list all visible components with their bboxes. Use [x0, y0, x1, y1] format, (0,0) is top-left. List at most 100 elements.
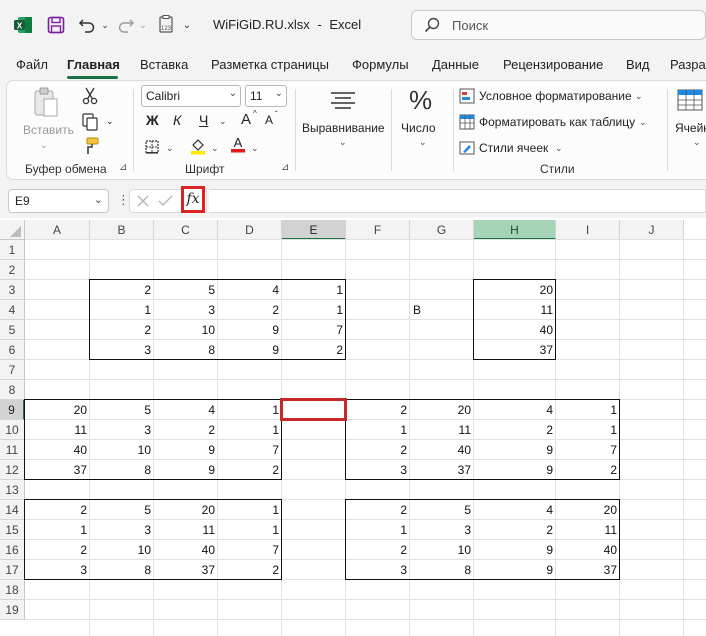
redo-icon[interactable]: [115, 14, 137, 36]
cell-a17[interactable]: 3: [25, 560, 90, 580]
cell-h12[interactable]: 9: [474, 460, 556, 480]
cell-h15[interactable]: 2: [474, 520, 556, 540]
column-header-c[interactable]: C: [154, 220, 218, 240]
borders-icon[interactable]: [143, 140, 161, 157]
cell-c14[interactable]: 20: [154, 500, 218, 520]
cell-d3[interactable]: 4: [218, 280, 282, 300]
cell-b11[interactable]: 10: [90, 440, 154, 460]
cell-c5[interactable]: 10: [154, 320, 218, 340]
cell-d9[interactable]: 1: [218, 400, 282, 420]
row-header-18[interactable]: 18: [0, 580, 25, 600]
cell-h16[interactable]: 9: [474, 540, 556, 560]
row-header-17[interactable]: 17: [0, 560, 25, 580]
cell-d6[interactable]: 9: [218, 340, 282, 360]
row-header-19[interactable]: 19: [0, 600, 25, 620]
cell-f11[interactable]: 2: [346, 440, 410, 460]
cell-e4[interactable]: 1: [282, 300, 346, 320]
cell-g11[interactable]: 40: [410, 440, 474, 460]
row-header-5[interactable]: 5: [0, 320, 25, 340]
font-launcher-icon[interactable]: ⊿: [281, 162, 289, 173]
cell-styles-button[interactable]: Стили ячеек ⌄: [459, 139, 569, 159]
copy-icon[interactable]: [79, 113, 101, 134]
column-header-e[interactable]: E: [282, 220, 346, 240]
underline-dropdown-icon[interactable]: ⌄: [219, 116, 227, 127]
row-header-16[interactable]: 16: [0, 540, 25, 560]
font-name-combo[interactable]: Calibri ⌄: [141, 85, 241, 107]
cell-c10[interactable]: 2: [154, 420, 218, 440]
tab-data[interactable]: Данные: [432, 57, 479, 72]
cell-h3[interactable]: 20: [474, 280, 556, 300]
cell-b10[interactable]: 3: [90, 420, 154, 440]
tab-file[interactable]: Файл: [16, 57, 48, 72]
undo-icon[interactable]: [76, 14, 98, 36]
copy-dropdown-icon[interactable]: ⌄: [106, 116, 114, 127]
tab-page-layout[interactable]: Разметка страницы: [211, 57, 329, 72]
cell-c9[interactable]: 4: [154, 400, 218, 420]
cell-d12[interactable]: 2: [218, 460, 282, 480]
cell-h4[interactable]: 11: [474, 300, 556, 320]
cell-i11[interactable]: 7: [556, 440, 620, 460]
cell-f12[interactable]: 3: [346, 460, 410, 480]
cell-a10[interactable]: 11: [25, 420, 90, 440]
borders-dropdown-icon[interactable]: ⌄: [166, 143, 174, 154]
select-all-button[interactable]: [0, 220, 25, 240]
cell-a16[interactable]: 2: [25, 540, 90, 560]
paste-button[interactable]: Вставить: [21, 87, 74, 143]
search-box[interactable]: Поиск: [411, 10, 706, 40]
cut-icon[interactable]: [79, 87, 101, 108]
row-header-7[interactable]: 7: [0, 360, 25, 380]
italic-button[interactable]: К: [173, 112, 181, 128]
cell-b3[interactable]: 2: [90, 280, 154, 300]
formula-input[interactable]: [209, 189, 706, 213]
increase-font-button[interactable]: A: [241, 111, 251, 128]
cell-e3[interactable]: 1: [282, 280, 346, 300]
fill-color-dropdown-icon[interactable]: ⌄: [211, 143, 219, 154]
cell-g14[interactable]: 5: [410, 500, 474, 520]
cell-c16[interactable]: 40: [154, 540, 218, 560]
cell-b6[interactable]: 3: [90, 340, 154, 360]
tab-insert[interactable]: Вставка: [140, 57, 188, 72]
cell-g17[interactable]: 8: [410, 560, 474, 580]
cell-a11[interactable]: 40: [25, 440, 90, 460]
customize-qa-icon[interactable]: ⌄: [181, 14, 193, 36]
column-header-d[interactable]: D: [218, 220, 282, 240]
worksheet-grid[interactable]: ABCDEFGHIJ 1 2 3 4 5 6 7 8 9 10 11 12 13 14 15 16 17 18 19…: [0, 220, 706, 636]
column-header-g[interactable]: G: [410, 220, 474, 240]
row-header-2[interactable]: 2: [0, 260, 25, 280]
cell-b15[interactable]: 3: [90, 520, 154, 540]
cell-h10[interactable]: 2: [474, 420, 556, 440]
underline-button[interactable]: Ч: [199, 112, 208, 128]
column-header-b[interactable]: B: [90, 220, 154, 240]
font-color-icon[interactable]: A: [229, 135, 247, 156]
column-header-a[interactable]: A: [25, 220, 90, 240]
cell-d5[interactable]: 9: [218, 320, 282, 340]
cell-b16[interactable]: 10: [90, 540, 154, 560]
cells-button[interactable]: Ячейки ⌄: [671, 87, 706, 157]
paste-dropdown-icon[interactable]: ⌄: [40, 140, 48, 151]
column-header-i[interactable]: I: [556, 220, 620, 240]
fill-color-icon[interactable]: [189, 137, 207, 158]
row-header-14[interactable]: 14: [0, 500, 25, 520]
row-header-12[interactable]: 12: [0, 460, 25, 480]
cell-d11[interactable]: 7: [218, 440, 282, 460]
cell-c17[interactable]: 37: [154, 560, 218, 580]
bold-button[interactable]: Ж: [146, 112, 159, 128]
cell-i16[interactable]: 40: [556, 540, 620, 560]
cell-b9[interactable]: 5: [90, 400, 154, 420]
column-header-h[interactable]: H: [474, 220, 556, 240]
cell-c11[interactable]: 9: [154, 440, 218, 460]
row-header-9[interactable]: 9: [0, 400, 25, 420]
enter-icon[interactable]: [158, 194, 173, 213]
cell-b14[interactable]: 5: [90, 500, 154, 520]
number-button[interactable]: % Число ⌄: [397, 85, 451, 157]
row-header-6[interactable]: 6: [0, 340, 25, 360]
cell-h6[interactable]: 37: [474, 340, 556, 360]
tab-review[interactable]: Рецензирование: [503, 57, 603, 72]
cell-g15[interactable]: 3: [410, 520, 474, 540]
active-cell[interactable]: [280, 398, 347, 421]
insert-function-button[interactable]: fx: [181, 186, 205, 213]
cell-g10[interactable]: 11: [410, 420, 474, 440]
cell-h14[interactable]: 4: [474, 500, 556, 520]
format-painter-qa-icon[interactable]: 123: [155, 14, 177, 36]
cell-a12[interactable]: 37: [25, 460, 90, 480]
